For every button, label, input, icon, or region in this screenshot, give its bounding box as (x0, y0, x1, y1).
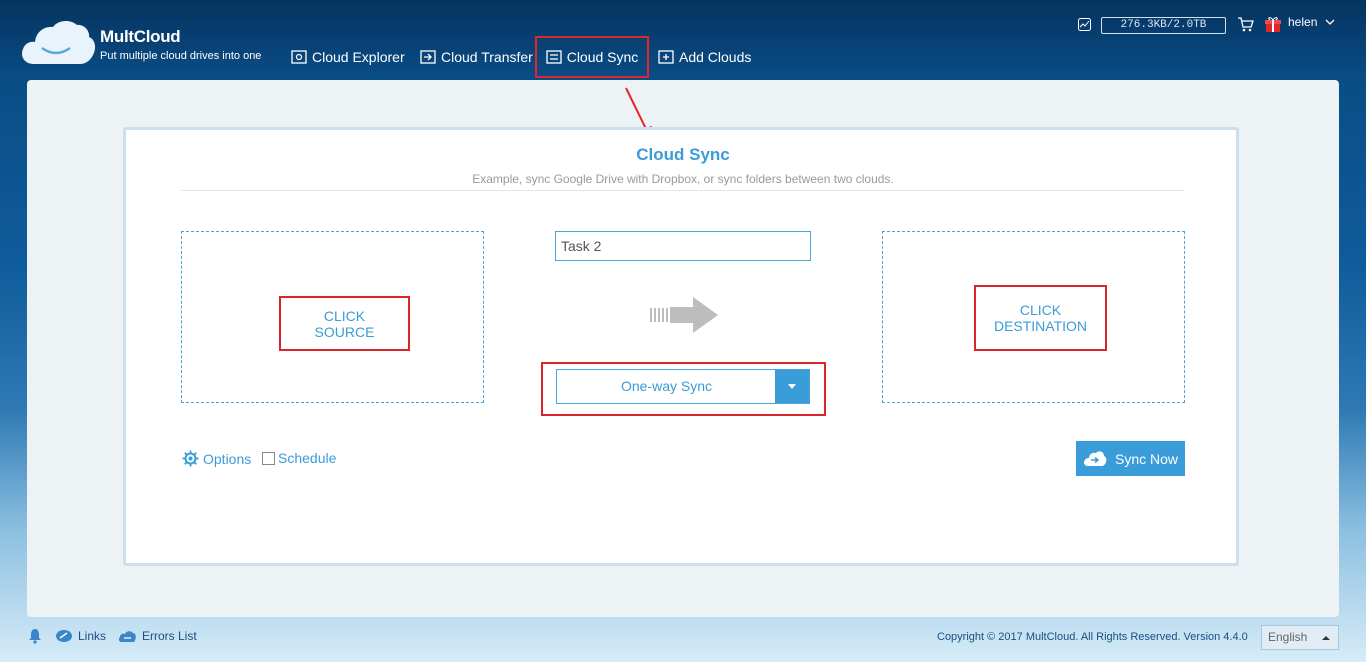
task-name-input[interactable] (555, 231, 811, 261)
user-menu[interactable]: helen (1288, 15, 1335, 35)
copyright: Copyright © 2017 MultCloud. All Rights R… (937, 631, 1248, 643)
cart-icon[interactable] (1237, 17, 1254, 32)
links-label: Links (78, 629, 107, 643)
nav-add-clouds-label: Add Clouds (679, 49, 752, 65)
user-name: helen (1288, 15, 1318, 29)
source-line1: CLICK (323, 307, 366, 324)
links-button[interactable]: Links (55, 629, 106, 643)
bell-icon[interactable] (28, 628, 42, 644)
nav-cloud-sync-label: Cloud Sync (566, 49, 639, 65)
page-subtitle: Example, sync Google Drive with Dropbox,… (472, 172, 894, 186)
add-clouds-icon (658, 50, 674, 64)
divider (181, 190, 1184, 191)
cloud-sync-icon (546, 50, 562, 64)
caret-up-icon (1322, 636, 1330, 640)
storage-quota: 276.3KB/2.0TB (1101, 17, 1226, 34)
gear-icon (182, 450, 199, 467)
logo[interactable]: MultCloud Put multiple cloud drives into… (20, 18, 262, 68)
schedule-toggle[interactable]: Schedule (262, 450, 336, 466)
language-select[interactable]: English (1261, 625, 1339, 650)
sync-now-label: Sync Now (1114, 450, 1179, 467)
cloud-transfer-icon (420, 50, 436, 64)
schedule-label: Schedule (278, 450, 337, 466)
options-label: Options (203, 450, 252, 467)
source-line2: SOURCE (314, 323, 375, 340)
caret-down-icon (788, 384, 796, 389)
nav-cloud-explorer-label: Cloud Explorer (312, 49, 405, 65)
options-button[interactable]: Options (182, 450, 251, 467)
page-title: Cloud Sync (636, 145, 730, 164)
destination-line2: DESTINATION (993, 318, 1088, 334)
errors-list-label: Errors List (142, 629, 197, 643)
chevron-down-icon (1325, 19, 1335, 25)
logo-cloud-icon (22, 21, 96, 64)
nav-cloud-transfer-label: Cloud Transfer (441, 49, 533, 65)
error-cloud-icon (118, 631, 136, 642)
stats-icon[interactable] (1078, 18, 1091, 31)
language-value: English (1268, 630, 1308, 644)
tagline: Put multiple cloud drives into one (100, 50, 262, 62)
cloud-explorer-icon (291, 50, 307, 64)
schedule-checkbox[interactable] (262, 451, 275, 465)
click-source-button[interactable]: CLICK SOURCE (279, 296, 410, 351)
nav-cloud-sync[interactable]: Cloud Sync (535, 36, 649, 78)
sync-mode-value: One-way Sync (620, 378, 713, 394)
nav-add-clouds[interactable]: Add Clouds (658, 38, 751, 76)
nav-cloud-transfer[interactable]: Cloud Transfer (420, 38, 533, 76)
sync-mode-dropdown-button[interactable] (775, 370, 809, 403)
brand-name: MultCloud (100, 27, 181, 46)
sync-direction-arrow-icon (650, 297, 718, 333)
destination-line1: CLICK (1019, 302, 1062, 318)
sync-now-button[interactable]: Sync Now (1076, 441, 1185, 476)
link-icon (56, 630, 72, 642)
errors-list-button[interactable]: Errors List (118, 629, 197, 643)
cloud-sync-now-icon (1083, 450, 1107, 466)
sync-mode-select[interactable]: One-way Sync (556, 369, 810, 404)
gift-icon[interactable] (1265, 16, 1281, 33)
nav-cloud-explorer[interactable]: Cloud Explorer (291, 38, 405, 76)
header: MultCloud Put multiple cloud drives into… (0, 0, 1366, 80)
click-destination-button[interactable]: CLICK DESTINATION (974, 285, 1107, 351)
